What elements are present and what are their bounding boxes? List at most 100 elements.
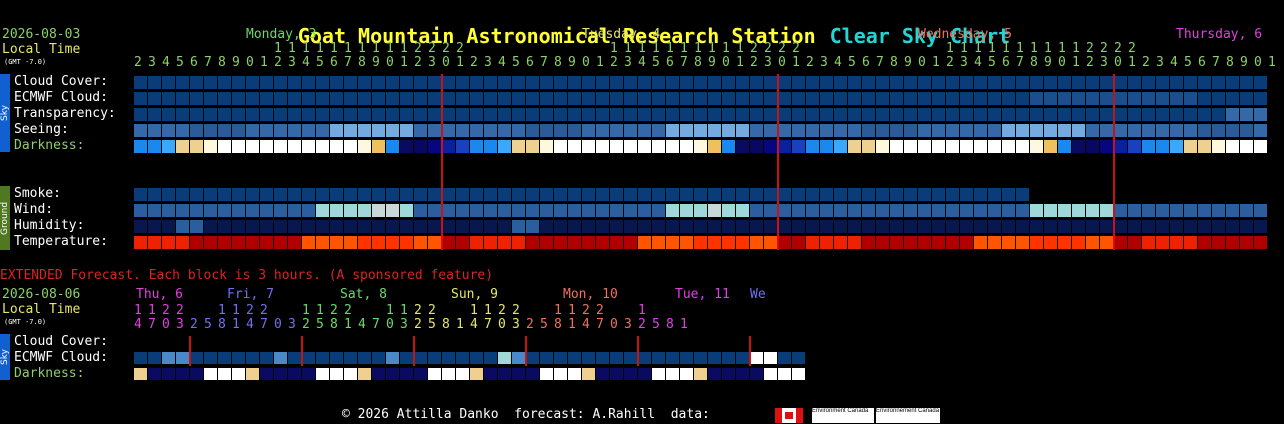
seeing-block[interactable] <box>792 124 805 137</box>
ecmwf-cloud-block[interactable] <box>484 92 497 105</box>
smoke-block[interactable] <box>526 188 539 201</box>
ecmwf-cloud-block[interactable] <box>876 92 889 105</box>
darkness-block[interactable] <box>218 140 231 153</box>
humidity-block[interactable] <box>876 220 889 233</box>
wind-block[interactable] <box>1058 204 1071 217</box>
darkness-block[interactable] <box>456 140 469 153</box>
seeing-block[interactable] <box>148 124 161 137</box>
darkness-block[interactable] <box>484 140 497 153</box>
transparency-block[interactable] <box>694 108 707 121</box>
temperature-block[interactable] <box>1184 236 1197 249</box>
temperature-block[interactable] <box>694 236 707 249</box>
temperature-block[interactable] <box>610 236 623 249</box>
wind-block[interactable] <box>694 204 707 217</box>
temperature-block[interactable] <box>498 236 511 249</box>
extended-ecmwf-block[interactable] <box>246 352 259 364</box>
cloud-cover-block[interactable] <box>680 76 693 89</box>
ecmwf-cloud-block[interactable] <box>582 92 595 105</box>
cloud-cover-block[interactable] <box>624 76 637 89</box>
cloud-cover-block[interactable] <box>736 76 749 89</box>
transparency-block[interactable] <box>568 108 581 121</box>
humidity-block[interactable] <box>932 220 945 233</box>
seeing-block[interactable] <box>974 124 987 137</box>
darkness-block[interactable] <box>666 140 679 153</box>
smoke-block[interactable] <box>540 188 553 201</box>
extended-ecmwf-block[interactable] <box>624 352 637 364</box>
seeing-block[interactable] <box>1030 124 1043 137</box>
ecmwf-cloud-block[interactable] <box>806 92 819 105</box>
darkness-block[interactable] <box>190 140 203 153</box>
wind-block[interactable] <box>218 204 231 217</box>
ecmwf-cloud-block[interactable] <box>890 92 903 105</box>
transparency-block[interactable] <box>1254 108 1267 121</box>
cloud-cover-block[interactable] <box>498 76 511 89</box>
transparency-block[interactable] <box>974 108 987 121</box>
smoke-block[interactable] <box>708 188 721 201</box>
extended-darkness-block[interactable] <box>764 368 777 380</box>
darkness-block[interactable] <box>260 140 273 153</box>
smoke-block[interactable] <box>946 188 959 201</box>
wind-block[interactable] <box>1030 204 1043 217</box>
wind-block[interactable] <box>1114 204 1127 217</box>
wind-block[interactable] <box>946 204 959 217</box>
ecmwf-cloud-block[interactable] <box>974 92 987 105</box>
transparency-block[interactable] <box>806 108 819 121</box>
temperature-block[interactable] <box>218 236 231 249</box>
smoke-block[interactable] <box>904 188 917 201</box>
extended-darkness-block[interactable] <box>302 368 315 380</box>
ecmwf-cloud-block[interactable] <box>764 92 777 105</box>
darkness-block[interactable] <box>638 140 651 153</box>
wind-block[interactable] <box>932 204 945 217</box>
darkness-block[interactable] <box>1030 140 1043 153</box>
transparency-block[interactable] <box>1142 108 1155 121</box>
extended-ecmwf-block[interactable] <box>456 352 469 364</box>
ecmwf-cloud-block[interactable] <box>288 92 301 105</box>
humidity-block[interactable] <box>1156 220 1169 233</box>
darkness-block[interactable] <box>596 140 609 153</box>
seeing-block[interactable] <box>358 124 371 137</box>
wind-block[interactable] <box>582 204 595 217</box>
wind-block[interactable] <box>1002 204 1015 217</box>
smoke-block[interactable] <box>554 188 567 201</box>
seeing-block[interactable] <box>680 124 693 137</box>
smoke-block[interactable] <box>820 188 833 201</box>
smoke-block[interactable] <box>1016 188 1029 201</box>
darkness-block[interactable] <box>792 140 805 153</box>
darkness-block[interactable] <box>540 140 553 153</box>
extended-ecmwf-block[interactable] <box>372 352 385 364</box>
temperature-block[interactable] <box>988 236 1001 249</box>
cloud-cover-block[interactable] <box>638 76 651 89</box>
wind-block[interactable] <box>610 204 623 217</box>
seeing-block[interactable] <box>1058 124 1071 137</box>
transparency-block[interactable] <box>610 108 623 121</box>
wind-block[interactable] <box>862 204 875 217</box>
cloud-cover-block[interactable] <box>1212 76 1225 89</box>
cloud-cover-block[interactable] <box>302 76 315 89</box>
cloud-cover-block[interactable] <box>386 76 399 89</box>
seeing-block[interactable] <box>134 124 147 137</box>
darkness-block[interactable] <box>1002 140 1015 153</box>
humidity-block[interactable] <box>1016 220 1029 233</box>
humidity-block[interactable] <box>1184 220 1197 233</box>
transparency-block[interactable] <box>1128 108 1141 121</box>
darkness-block[interactable] <box>1044 140 1057 153</box>
darkness-block[interactable] <box>246 140 259 153</box>
seeing-block[interactable] <box>470 124 483 137</box>
wind-block[interactable] <box>316 204 329 217</box>
humidity-block[interactable] <box>582 220 595 233</box>
smoke-block[interactable] <box>330 188 343 201</box>
temperature-block[interactable] <box>512 236 525 249</box>
seeing-block[interactable] <box>1100 124 1113 137</box>
humidity-block[interactable] <box>1240 220 1253 233</box>
humidity-block[interactable] <box>358 220 371 233</box>
humidity-block[interactable] <box>246 220 259 233</box>
cloud-cover-block[interactable] <box>1226 76 1239 89</box>
seeing-block[interactable] <box>316 124 329 137</box>
wind-block[interactable] <box>470 204 483 217</box>
darkness-block[interactable] <box>932 140 945 153</box>
seeing-block[interactable] <box>918 124 931 137</box>
extended-darkness-block[interactable] <box>694 368 707 380</box>
ecmwf-cloud-block[interactable] <box>568 92 581 105</box>
extended-ecmwf-block[interactable] <box>260 352 273 364</box>
seeing-block[interactable] <box>610 124 623 137</box>
